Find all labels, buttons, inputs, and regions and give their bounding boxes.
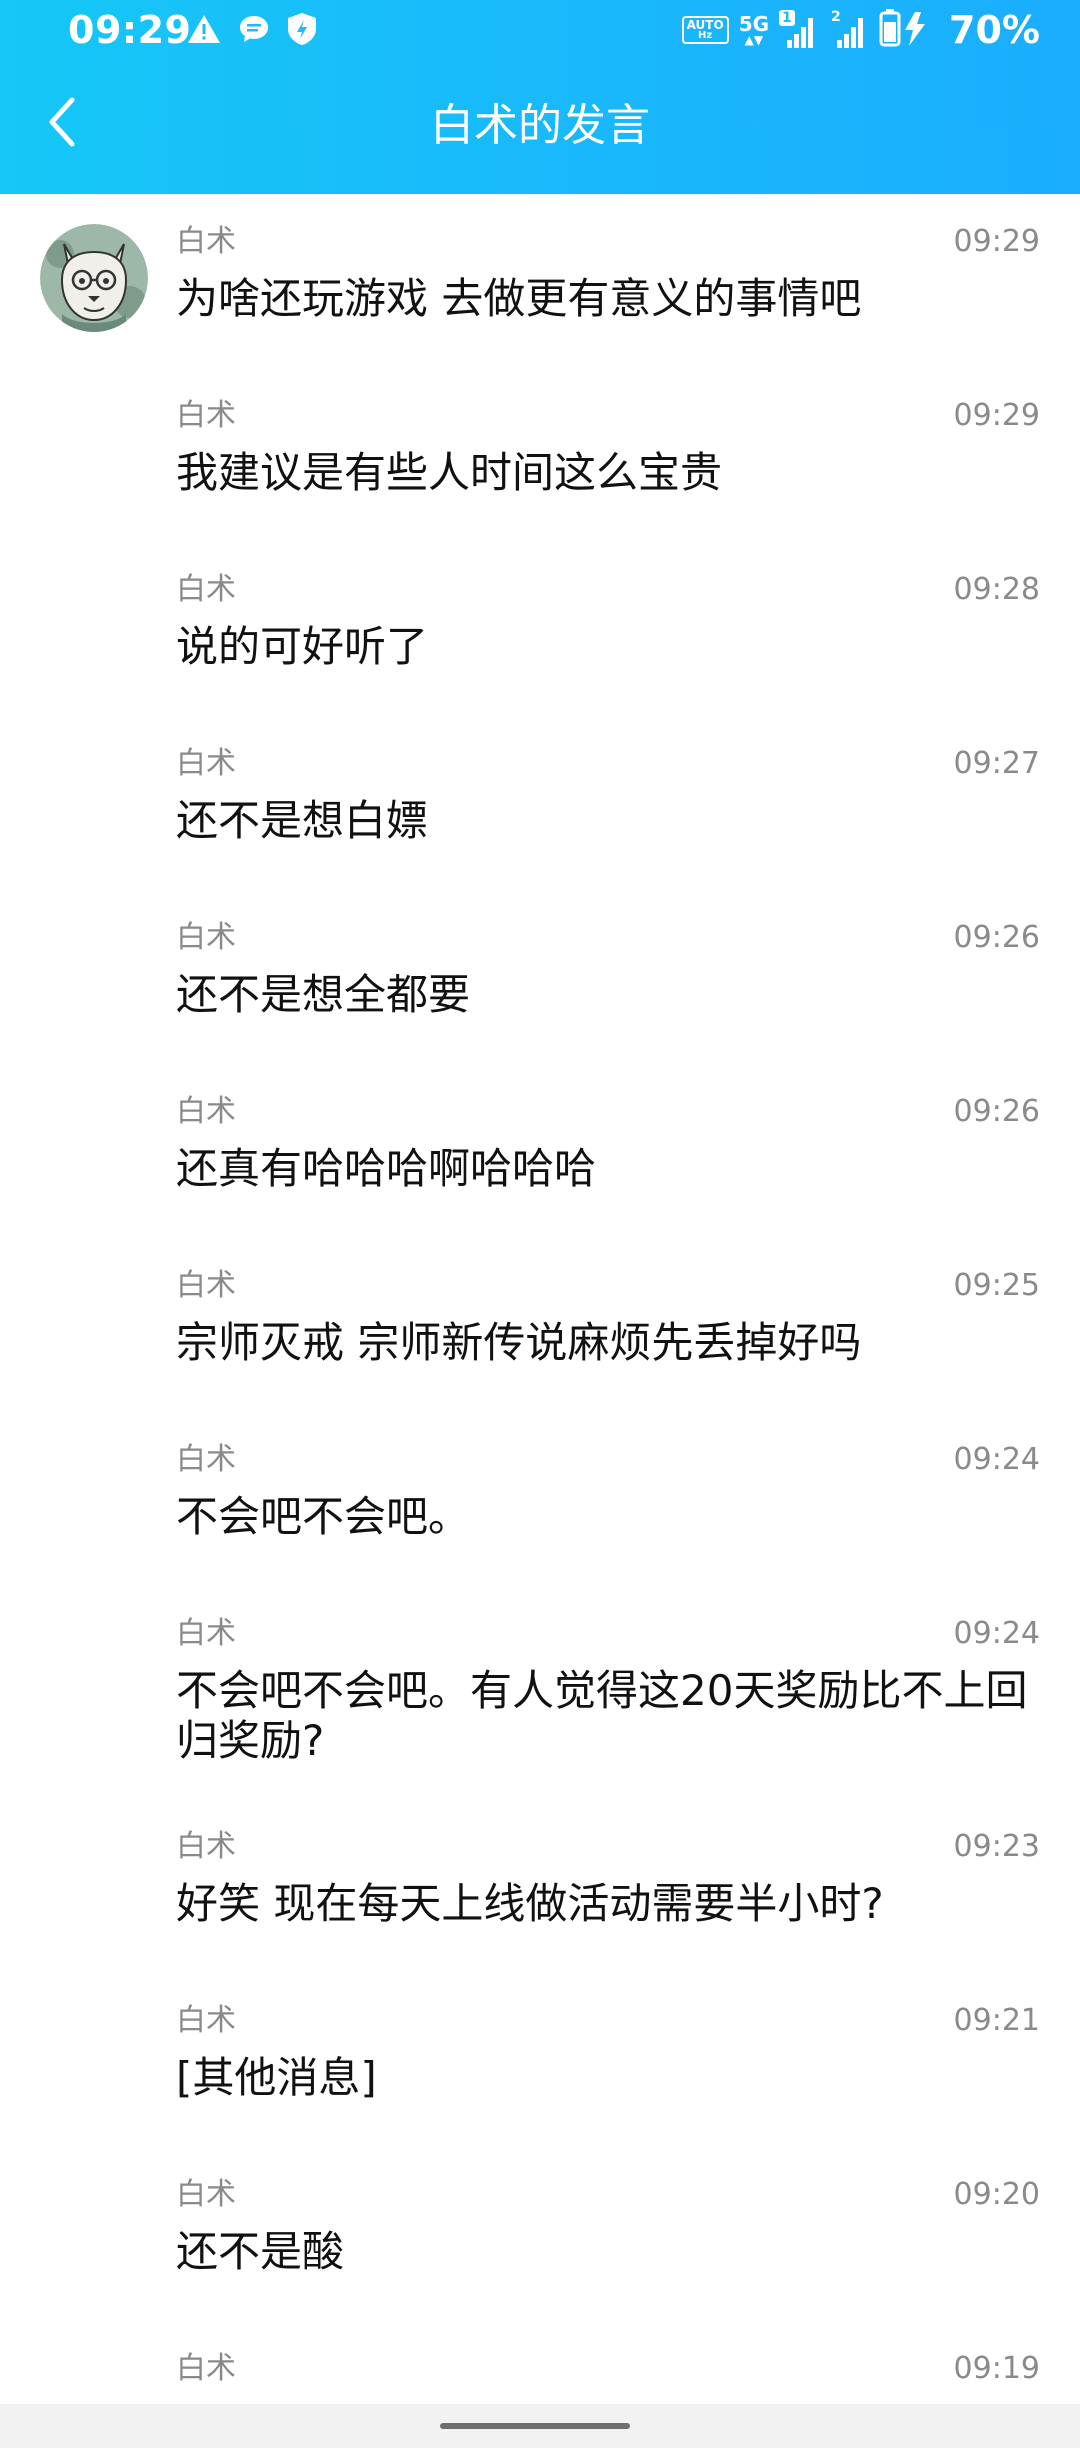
message-text: 还不是酸 [176,2227,345,2276]
message-time: 09:26 [953,1094,1040,1129]
message-sender: 白术 [176,1268,236,1303]
status-time: 09:29 [68,8,192,52]
message-sender: 白术 [176,2003,236,2038]
message-time: 09:27 [953,746,1040,781]
speech-history-screen: 09:29 AUTO Hz 5G ▲▼ 1 2 70% 白术的发言 白术 09:… [0,0,1080,2448]
message-item[interactable]: 白术 09:21 [其他消息] [176,2003,1040,2123]
message-text: 我建议是有些人时间这么宝贵 [176,448,723,497]
message-text: 不会吧不会吧。有人觉得这20天奖励比不上回归奖励? [176,1666,1028,1765]
message-text: 宗师灭戒 宗师新传说麻烦先丢掉好吗 [176,1318,862,1367]
message-text: 为啥还玩游戏 去做更有意义的事情吧 [176,274,862,323]
message-time: 09:29 [953,224,1040,259]
signal-icon: 2 [829,10,869,50]
message-sender: 白术 [176,2351,236,2386]
message-sender: 白术 [176,572,236,607]
message-sender: 白术 [176,224,236,259]
message-sender: 白术 [176,1829,236,1864]
message-sender: 白术 [176,2177,236,2212]
message-text: 好笑 现在每天上线做活动需要半小时? [176,1879,884,1928]
message-icon [238,13,270,49]
message-item[interactable]: 白术 09:25 宗师灭戒 宗师新传说麻烦先丢掉好吗 [176,1268,1040,1388]
title-bar: 白术的发言 [0,66,1080,194]
message-sender: 白术 [176,920,236,955]
message-item[interactable]: 白术 09:26 还真有哈哈哈啊哈哈哈 [176,1094,1040,1214]
message-time: 09:24 [953,1616,1040,1651]
status-bar: 09:29 AUTO Hz 5G ▲▼ 1 2 70% [0,0,1080,66]
notification-icons [186,12,318,50]
message-sender: 白术 [176,1616,236,1651]
message-item[interactable]: 白术 09:24 不会吧不会吧。 [176,1442,1040,1562]
message-text: 不会吧不会吧。 [176,1492,471,1541]
message-list[interactable]: 白术 09:29 为啥还玩游戏 去做更有意义的事情吧 白术 09:29 我建议是… [0,194,1080,2404]
message-item[interactable]: 白术 09:20 还不是酸 [176,2177,1040,2297]
message-time: 09:19 [953,2351,1040,2386]
gesture-navigation-bar [0,2404,1080,2448]
app-shield-icon [286,12,318,50]
message-time: 09:21 [953,2003,1040,2038]
auto-hz-icon: AUTO Hz [681,16,729,44]
system-icons: AUTO Hz 5G ▲▼ 1 2 70% [681,8,1040,52]
message-text: 说的可好听了 [176,622,429,671]
message-item[interactable]: 白术 09:29 为啥还玩游戏 去做更有意义的事情吧 [176,224,1040,344]
message-item[interactable]: 白术 09:27 还不是想白嫖 [176,746,1040,866]
battery-charging-icon [879,8,931,52]
message-time: 09:28 [953,572,1040,607]
message-item[interactable]: 白术 09:23 好笑 现在每天上线做活动需要半小时? [176,1829,1040,1949]
message-sender: 白术 [176,746,236,781]
message-text: 还真有哈哈哈啊哈哈哈 [176,1144,597,1193]
message-item[interactable]: 白术 09:29 我建议是有些人时间这么宝贵 [176,398,1040,518]
message-text: [其他消息] [176,2053,377,2102]
page-title: 白术的发言 [430,100,650,151]
message-sender: 白术 [176,1442,236,1477]
battery-percent: 70% [949,8,1040,52]
message-text: 还不是想全都要 [176,970,471,1019]
message-time: 09:29 [953,398,1040,433]
message-time: 09:20 [953,2177,1040,2212]
message-item[interactable]: 白术 09:26 还不是想全都要 [176,920,1040,1040]
app-header: 09:29 AUTO Hz 5G ▲▼ 1 2 70% 白术的发言 [0,0,1080,194]
message-item[interactable]: 白术 09:24 不会吧不会吧。有人觉得这20天奖励比不上回归奖励? [176,1616,1040,1776]
warning-icon [186,13,222,49]
home-gesture-handle[interactable] [440,2423,630,2429]
message-time: 09:23 [953,1829,1040,1864]
message-time: 09:25 [953,1268,1040,1303]
message-sender: 白术 [176,1094,236,1129]
message-time: 09:26 [953,920,1040,955]
signal-icon: 1 [779,10,819,50]
message-item[interactable]: 白术 09:28 说的可好听了 [176,572,1040,692]
message-item[interactable]: 白术 09:19 [176,2351,1040,2404]
message-sender: 白术 [176,398,236,433]
avatar[interactable] [40,224,148,332]
message-text: 还不是想白嫖 [176,796,429,845]
message-time: 09:24 [953,1442,1040,1477]
network-type: 5G ▲▼ [738,12,770,47]
